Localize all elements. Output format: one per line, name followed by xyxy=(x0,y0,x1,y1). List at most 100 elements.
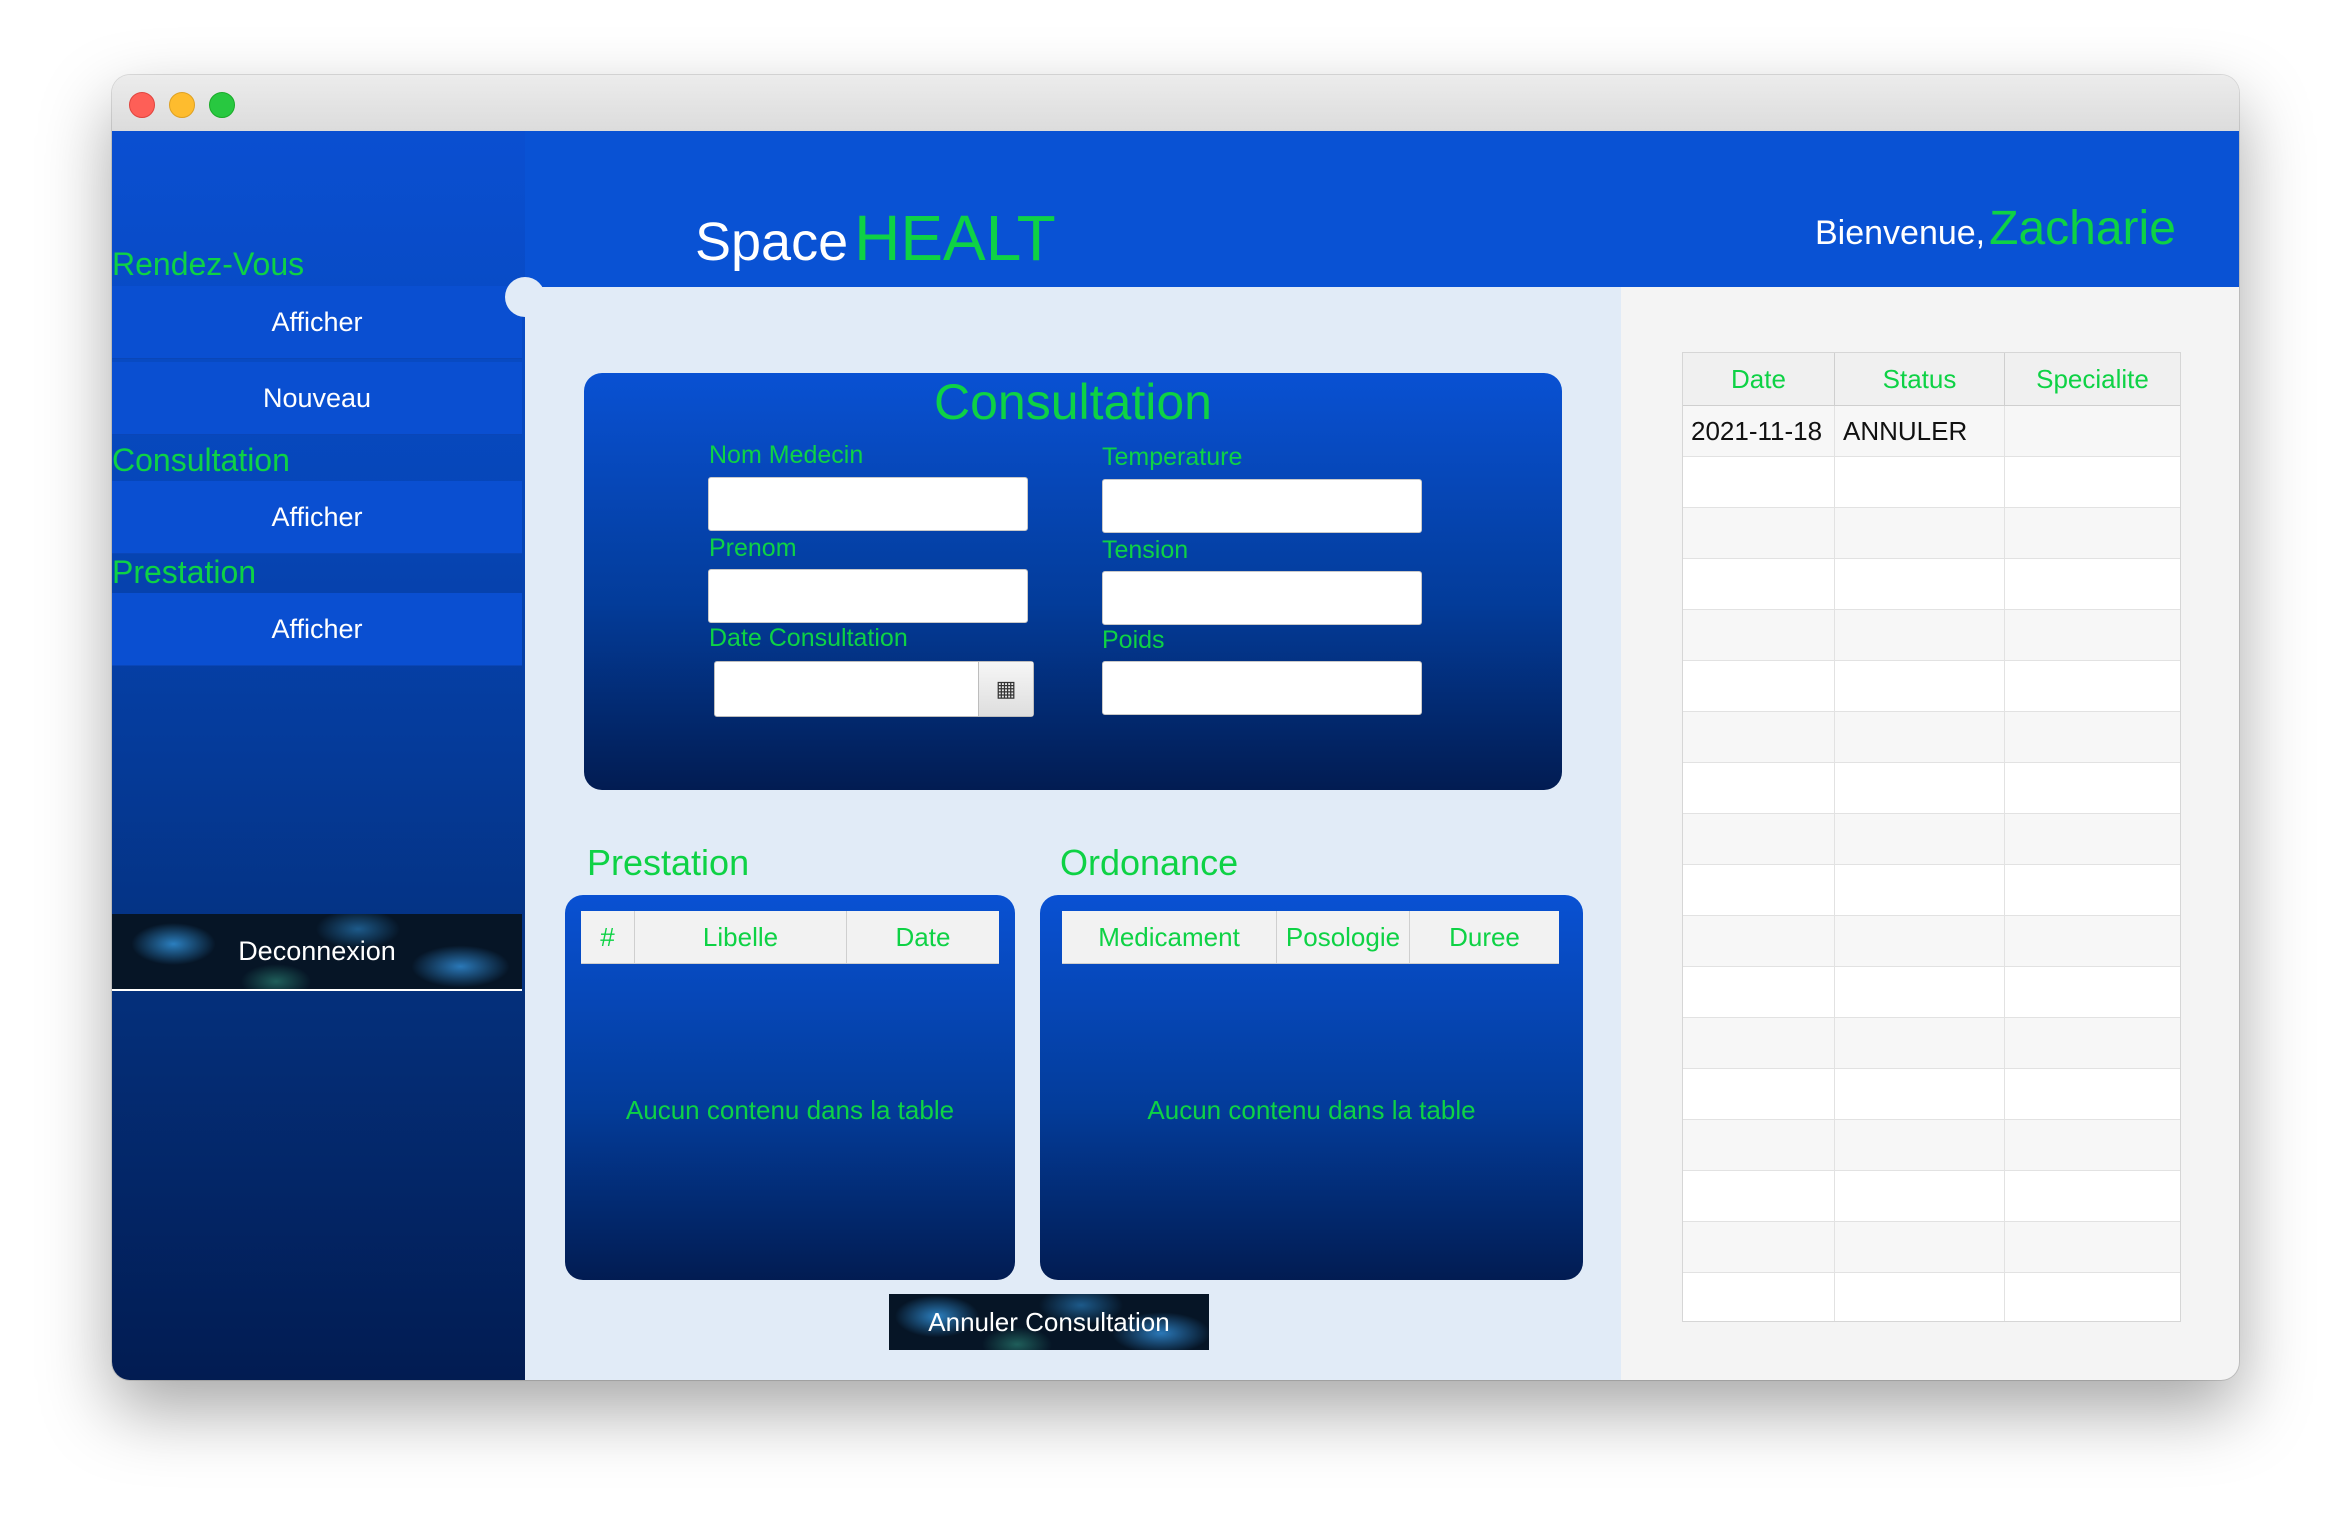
tension-input[interactable] xyxy=(1102,571,1422,625)
empty-cell xyxy=(1835,967,2005,1017)
nom-medecin-input[interactable] xyxy=(708,477,1028,531)
brand-accent: HEALT xyxy=(854,202,1056,274)
empty-cell xyxy=(1835,1273,2005,1321)
empty-cell xyxy=(2005,457,2180,507)
ordonance-empty-message: Aucun contenu dans la table xyxy=(1147,1095,1476,1125)
empty-cell xyxy=(1835,865,2005,915)
sidebar: Rendez-Vous Afficher Nouveau Consultatio… xyxy=(112,131,525,1380)
col-specialite[interactable]: Specialite xyxy=(2005,353,2180,405)
poids-input[interactable] xyxy=(1102,661,1422,715)
empty-cell xyxy=(2005,712,2180,762)
title-bar xyxy=(112,75,2239,132)
prestation-col-number[interactable]: # xyxy=(581,911,635,963)
empty-cell xyxy=(1835,1069,2005,1119)
cell-specialite xyxy=(2005,406,2180,456)
empty-cell xyxy=(2005,508,2180,558)
empty-cell xyxy=(1835,763,2005,813)
empty-table-row xyxy=(1683,661,2180,712)
prestation-col-libelle[interactable]: Libelle xyxy=(635,911,847,963)
empty-cell xyxy=(1835,1120,2005,1170)
consultations-table[interactable]: Date Status Specialite 2021-11-18 ANNULE… xyxy=(1682,352,2181,1322)
minimize-window-button[interactable] xyxy=(169,92,195,118)
user-name: Zacharie xyxy=(1989,202,2176,255)
empty-table-row xyxy=(1683,559,2180,610)
sidebar-section-rendezvous: Rendez-Vous xyxy=(112,246,305,282)
empty-cell xyxy=(2005,1018,2180,1068)
logout-button[interactable]: Deconnexion xyxy=(112,914,522,991)
ordonance-table-header: Medicament Posologie Duree xyxy=(1062,911,1559,964)
empty-table-row xyxy=(1683,865,2180,916)
rendezvous-afficher-button[interactable]: Afficher xyxy=(112,286,522,359)
empty-cell xyxy=(2005,967,2180,1017)
empty-cell xyxy=(1683,1018,1835,1068)
empty-cell xyxy=(1683,457,1835,507)
empty-table-row xyxy=(1683,610,2180,661)
brand-prefix: Space xyxy=(695,212,849,272)
sidebar-section-prestation: Prestation xyxy=(112,554,257,590)
ordonance-col-posologie[interactable]: Posologie xyxy=(1277,911,1410,963)
empty-cell xyxy=(1683,712,1835,762)
empty-cell xyxy=(1683,1273,1835,1321)
empty-cell xyxy=(2005,1120,2180,1170)
cell-status: ANNULER xyxy=(1835,406,2005,456)
empty-cell xyxy=(2005,916,2180,966)
close-window-button[interactable] xyxy=(129,92,155,118)
empty-table-row xyxy=(1683,1273,2180,1321)
temperature-label: Temperature xyxy=(1102,443,1243,471)
empty-cell xyxy=(2005,1273,2180,1321)
prestation-title: Prestation xyxy=(587,842,750,883)
prestation-table-header: # Libelle Date xyxy=(581,911,999,964)
empty-cell xyxy=(1683,1222,1835,1272)
empty-cell xyxy=(1683,559,1835,609)
ordonance-col-duree[interactable]: Duree xyxy=(1410,911,1559,963)
empty-cell xyxy=(2005,814,2180,864)
empty-cell xyxy=(1835,559,2005,609)
empty-cell xyxy=(2005,1222,2180,1272)
rendezvous-nouveau-button[interactable]: Nouveau xyxy=(112,362,522,435)
table-row[interactable]: 2021-11-18 ANNULER xyxy=(1683,406,2180,457)
empty-cell xyxy=(1835,916,2005,966)
empty-table-row xyxy=(1683,814,2180,865)
col-status[interactable]: Status xyxy=(1835,353,2005,405)
prestation-col-date[interactable]: Date xyxy=(847,911,999,963)
empty-cell xyxy=(1683,814,1835,864)
date-consultation-picker[interactable]: ▦ xyxy=(714,661,1034,717)
empty-cell xyxy=(2005,763,2180,813)
nom-medecin-label: Nom Medecin xyxy=(709,441,864,469)
calendar-icon[interactable]: ▦ xyxy=(978,662,1033,716)
app-header: SpaceHEALT Bienvenue,Zacharie xyxy=(525,131,2239,287)
ordonance-title: Ordonance xyxy=(1060,842,1239,883)
empty-cell xyxy=(1683,610,1835,660)
consultation-afficher-button[interactable]: Afficher xyxy=(112,481,522,554)
ordonance-col-medicament[interactable]: Medicament xyxy=(1062,911,1277,963)
empty-cell xyxy=(1835,457,2005,507)
empty-cell xyxy=(1683,508,1835,558)
empty-cell xyxy=(1683,967,1835,1017)
prestation-panel: # Libelle Date Aucun contenu dans la tab… xyxy=(565,895,1015,1280)
empty-cell xyxy=(1683,763,1835,813)
empty-table-row xyxy=(1683,1171,2180,1222)
cell-date: 2021-11-18 xyxy=(1683,406,1835,456)
empty-cell xyxy=(1683,1171,1835,1221)
maximize-window-button[interactable] xyxy=(209,92,235,118)
empty-cell xyxy=(1683,916,1835,966)
empty-table-row xyxy=(1683,1018,2180,1069)
empty-cell xyxy=(2005,865,2180,915)
empty-cell xyxy=(2005,1171,2180,1221)
col-date[interactable]: Date xyxy=(1683,353,1835,405)
annuler-consultation-button[interactable]: Annuler Consultation xyxy=(889,1294,1209,1350)
empty-cell xyxy=(1835,610,2005,660)
temperature-input[interactable] xyxy=(1102,479,1422,533)
prenom-input[interactable] xyxy=(708,569,1028,623)
consultation-form-card: Consultation Nom Medecin Prenom Date Con… xyxy=(584,373,1562,790)
prestation-empty-message: Aucun contenu dans la table xyxy=(625,1095,955,1125)
empty-table-row xyxy=(1683,712,2180,763)
empty-table-row xyxy=(1683,1120,2180,1171)
empty-cell xyxy=(1835,661,2005,711)
empty-cell xyxy=(2005,559,2180,609)
empty-cell xyxy=(1835,1222,2005,1272)
empty-table-row xyxy=(1683,967,2180,1018)
consultation-form-title: Consultation xyxy=(934,374,1212,430)
date-consultation-label: Date Consultation xyxy=(709,624,908,652)
prestation-afficher-button[interactable]: Afficher xyxy=(112,593,522,666)
